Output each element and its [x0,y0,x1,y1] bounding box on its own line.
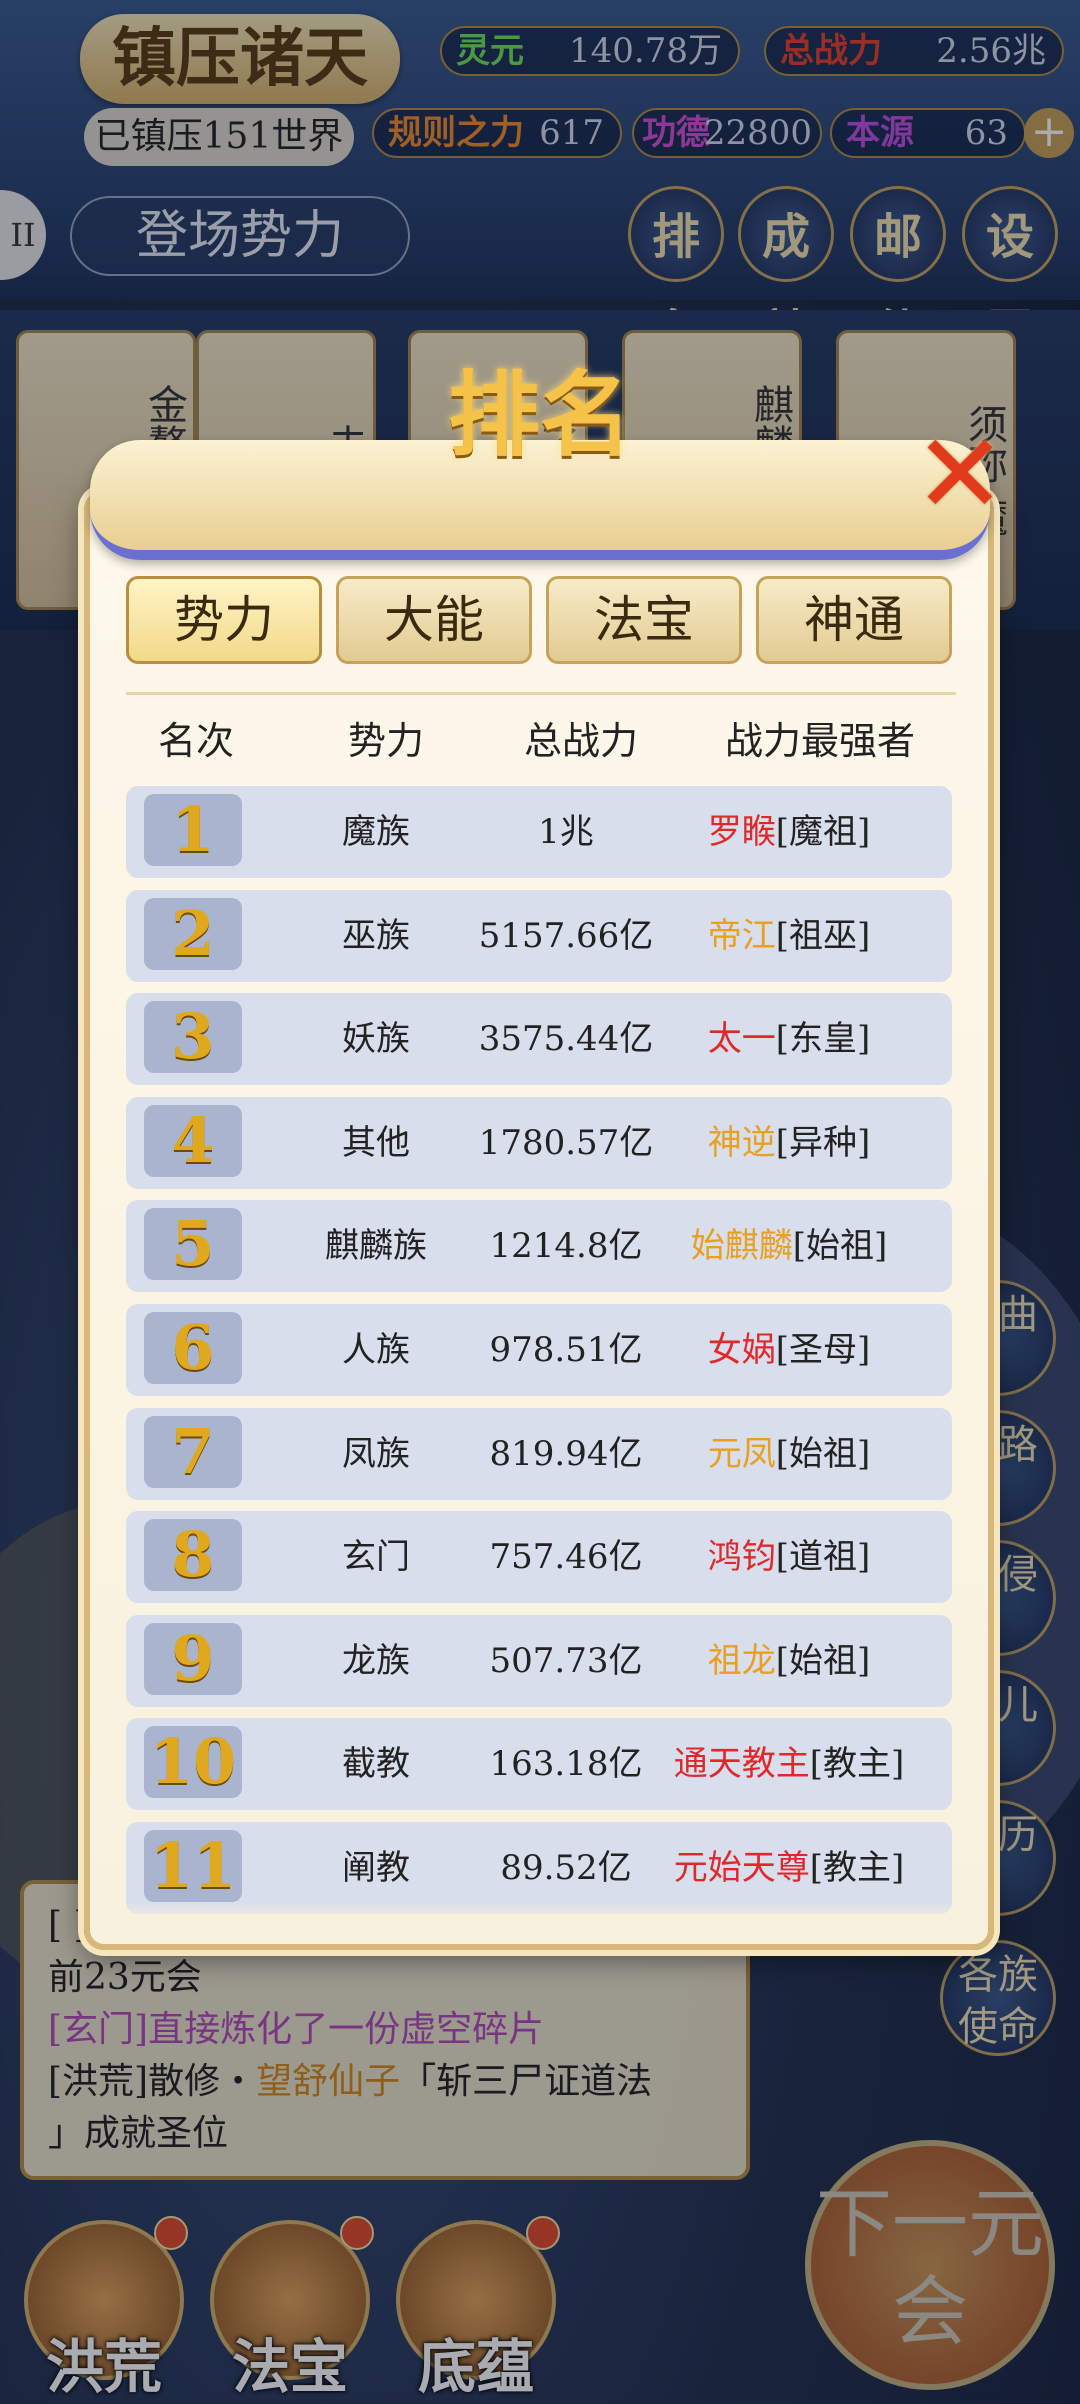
strongest-title: [东皇] [775,1019,871,1060]
strongest-name: 元凤 [707,1433,776,1474]
faction-name: 截教 [342,1744,410,1785]
column-header-rank: 名次 [157,719,234,763]
strongest-title: [始祖] [775,1433,871,1474]
rank-number: 5 [144,1208,242,1281]
strongest-name: 祖龙 [707,1640,776,1681]
strongest-title: [始祖] [775,1640,871,1681]
strongest-title: [魔祖] [775,812,871,852]
faction-name: 凤族 [342,1433,410,1474]
faction-name: 玄门 [342,1537,410,1578]
strongest-name: 鸿钧 [707,1537,776,1578]
strongest-name: 帝江 [707,915,776,956]
header-divider [126,692,956,695]
faction-name: 魔族 [342,812,410,852]
table-row[interactable]: 5 麒麟族 1214.8亿 始麒麟[始祖] [126,1200,952,1293]
strongest-title: [教主] [809,1848,905,1888]
strongest-title: [圣母] [775,1330,871,1370]
strongest-title: [异种] [775,1122,871,1163]
rank-number: 8 [144,1519,242,1592]
tab-divine-skill[interactable]: 神通 [756,576,952,664]
strongest-cell: 元始天尊[教主] [626,1822,952,1914]
rank-number: 10 [144,1726,242,1799]
strongest-name: 神逆 [707,1122,776,1163]
strongest-cell: 通天教主[教主] [626,1718,952,1810]
table-row[interactable]: 11 阐教 89.52亿 元始天尊[教主] [126,1822,952,1914]
strongest-name: 女娲 [707,1330,776,1370]
strongest-title: [祖巫] [775,915,871,956]
rank-number: 6 [144,1312,242,1384]
table-row[interactable]: 10 截教 163.18亿 通天教主[教主] [126,1718,952,1811]
ranking-tabs: 势力 大能 法宝 神通 [126,576,956,666]
strongest-name: 始麒麟 [690,1226,793,1267]
strongest-name: 太一 [707,1019,776,1060]
column-header-power: 总战力 [523,719,638,763]
table-row[interactable]: 9 龙族 507.73亿 祖龙[始祖] [126,1614,952,1707]
rank-number: 11 [144,1830,242,1902]
rank-number: 2 [144,897,242,970]
strongest-cell: 祖龙[始祖] [626,1615,952,1707]
close-icon[interactable]: ✕ [910,419,1010,529]
strongest-name: 罗睺 [707,812,776,852]
faction-name: 麒麟族 [325,1226,427,1267]
faction-name: 人族 [342,1330,410,1370]
strongest-cell: 罗睺[魔祖] [626,786,952,878]
tab-faction[interactable]: 势力 [126,576,322,664]
strongest-cell: 神逆[异种] [626,1097,952,1189]
strongest-cell: 帝江[祖巫] [626,890,952,982]
table-row[interactable]: 1 魔族 1兆 罗睺[魔祖] [126,786,952,878]
table-row[interactable]: 2 巫族 5157.66亿 帝江[祖巫] [126,889,952,982]
strongest-cell: 女娲[圣母] [626,1304,952,1396]
faction-name: 其他 [342,1122,410,1163]
rank-number: 9 [144,1622,242,1695]
strongest-title: [始祖] [792,1226,888,1267]
faction-name: 龙族 [342,1640,410,1681]
rank-number: 4 [144,1104,242,1177]
table-row[interactable]: 6 人族 978.51亿 女娲[圣母] [126,1304,952,1396]
table-row[interactable]: 4 其他 1780.57亿 神逆[异种] [126,1096,952,1189]
faction-name: 妖族 [342,1019,410,1060]
rank-number: 3 [144,1001,242,1074]
column-header-strongest: 战力最强者 [724,719,915,763]
faction-name: 阐教 [342,1848,410,1888]
strongest-cell: 鸿钧[道祖] [626,1511,952,1603]
modal-title: 排名 [447,361,632,469]
rank-number: 1 [144,794,242,866]
table-row[interactable]: 8 玄门 757.46亿 鸿钧[道祖] [126,1511,952,1604]
strongest-cell: 元凤[始祖] [626,1408,952,1500]
strongest-name: 通天教主 [673,1744,810,1785]
strongest-cell: 始麒麟[始祖] [626,1200,952,1292]
faction-name: 巫族 [342,915,410,956]
table-row[interactable]: 3 妖族 3575.44亿 太一[东皇] [126,993,952,1086]
strongest-name: 元始天尊 [673,1848,810,1888]
list-fade [126,1902,952,1926]
column-header-faction: 势力 [347,719,424,763]
rank-number: 7 [144,1415,242,1488]
strongest-title: [教主] [809,1744,905,1785]
strongest-title: [道祖] [775,1537,871,1578]
tab-treasure[interactable]: 法宝 [546,576,742,664]
strongest-cell: 太一[东皇] [626,993,952,1085]
tab-great-power[interactable]: 大能 [336,576,532,664]
table-row[interactable]: 7 凤族 819.94亿 元凤[始祖] [126,1407,952,1500]
